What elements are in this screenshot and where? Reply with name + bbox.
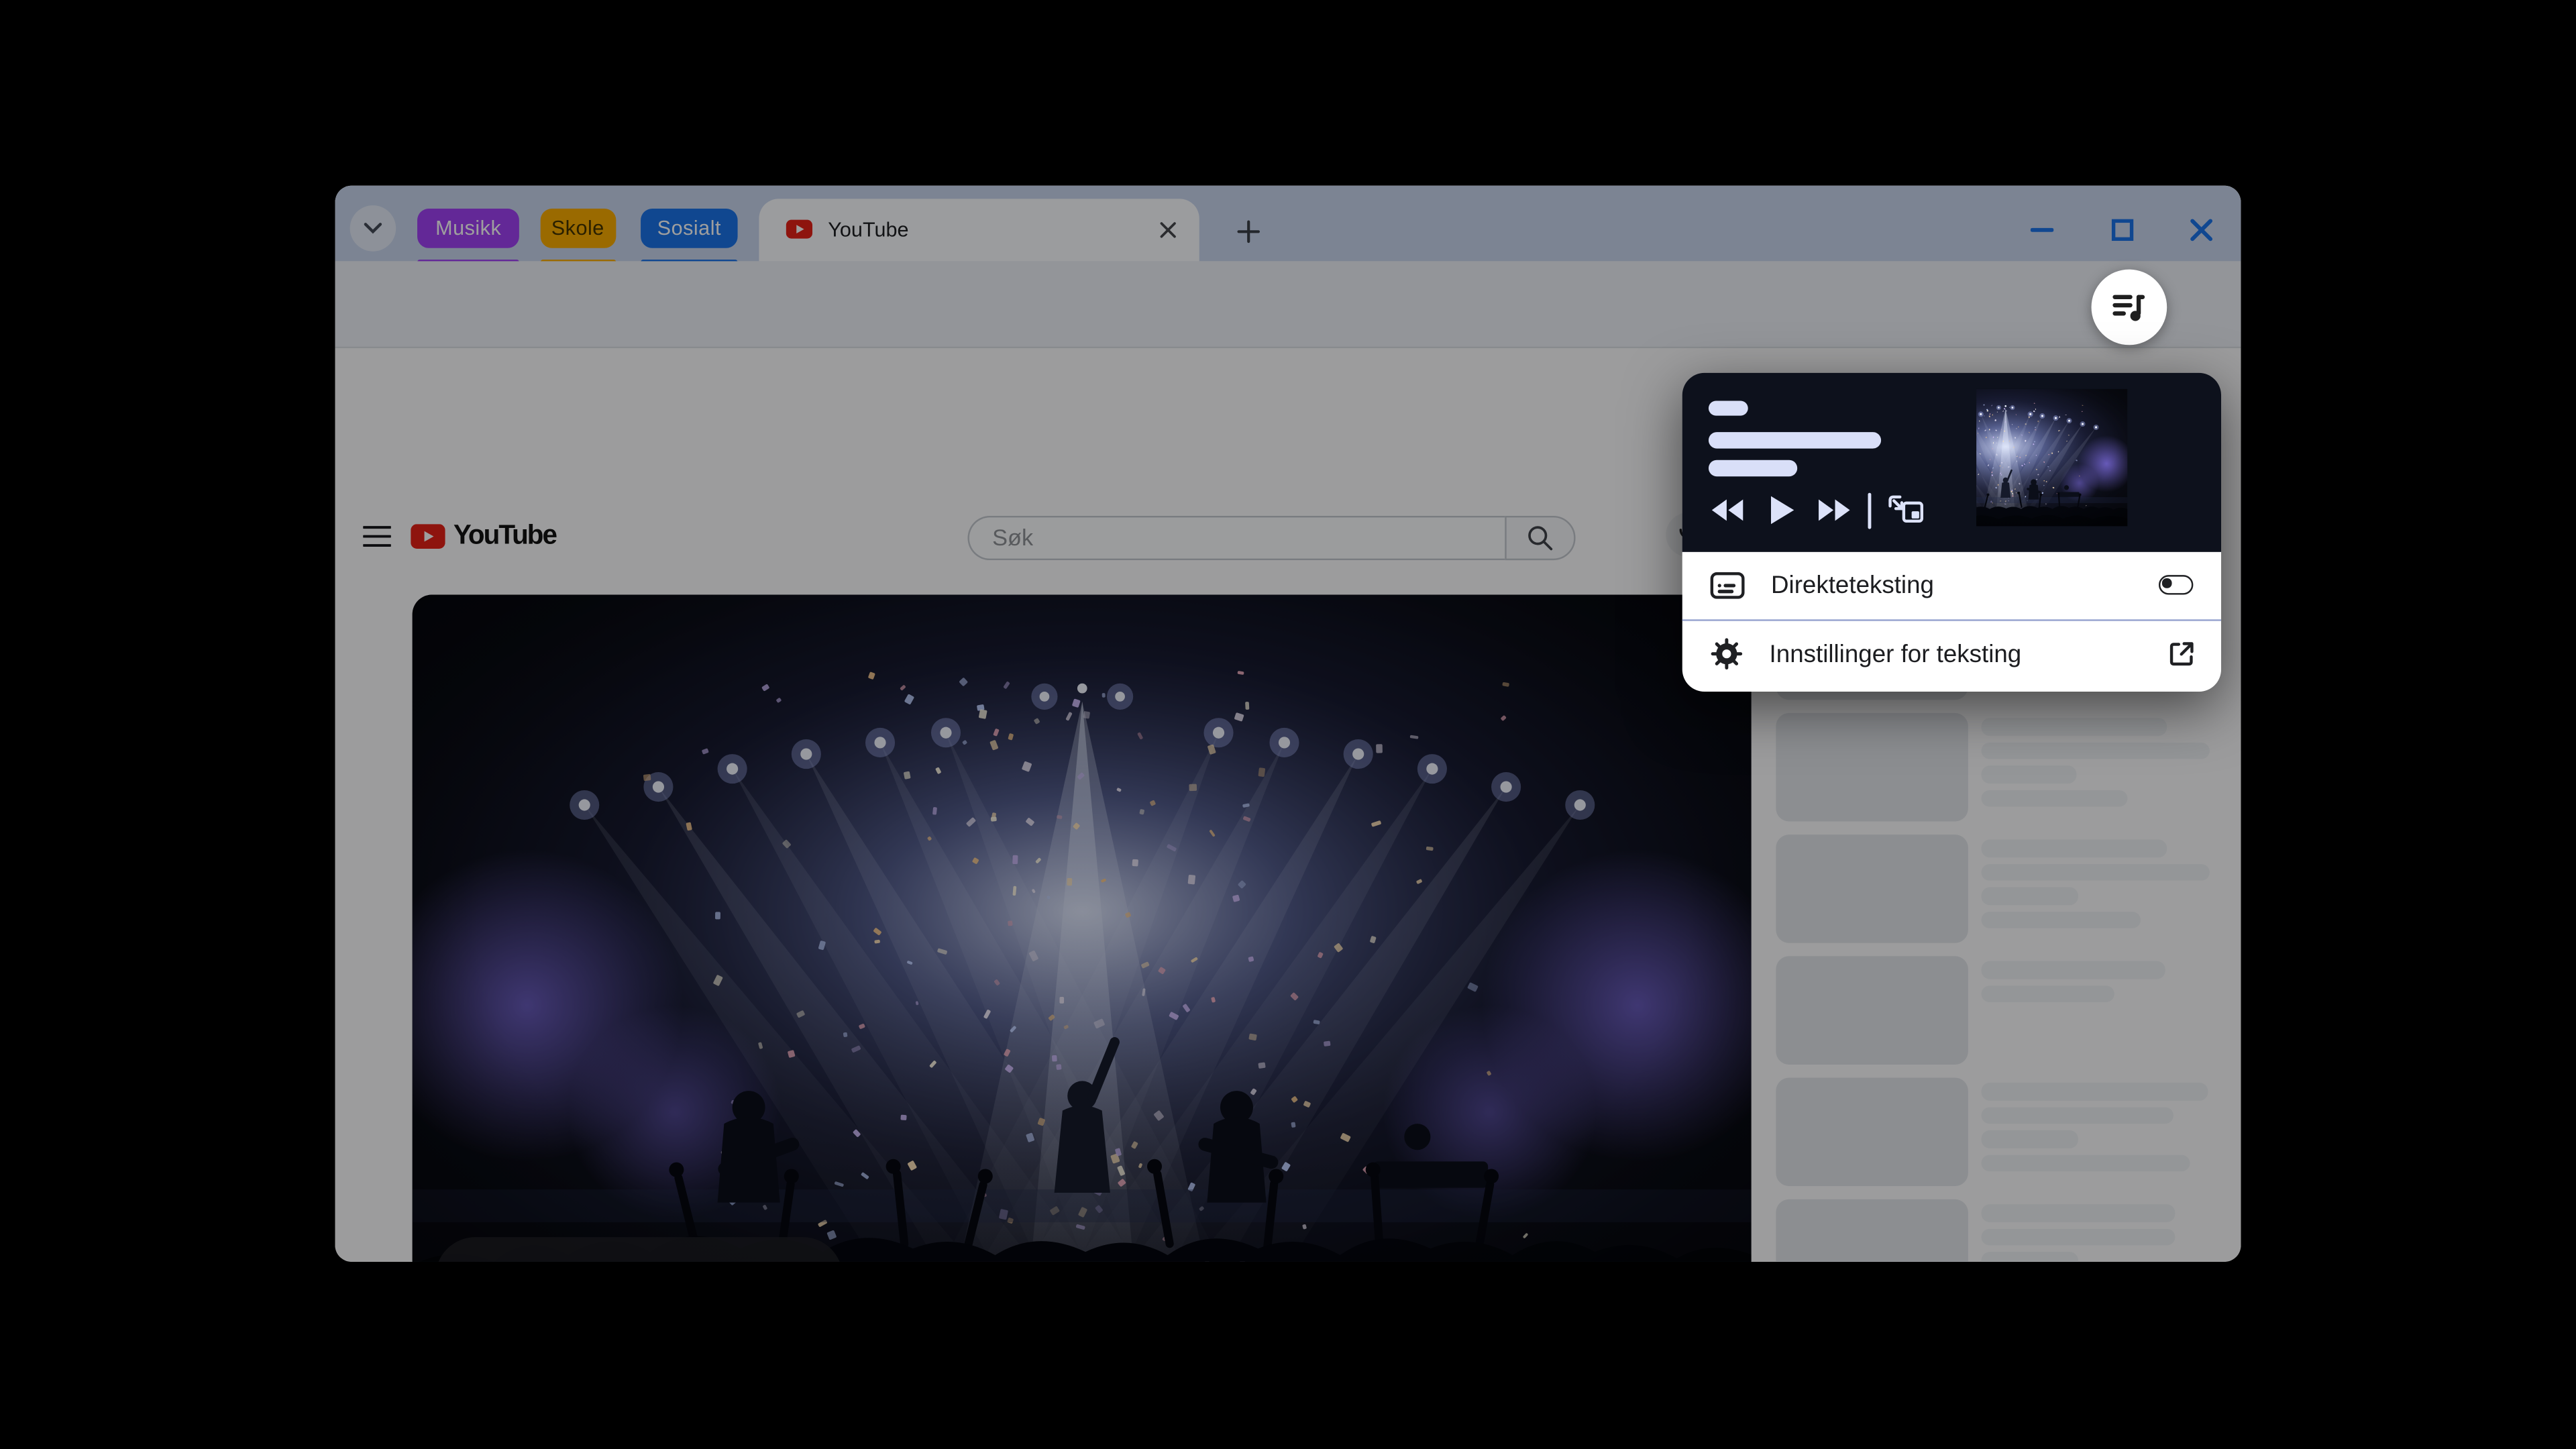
desktop: Musikk Skole Sosialt YouTube YouTube Søk… <box>0 0 2576 1449</box>
fast-forward-icon <box>1819 499 1851 521</box>
live-caption-row[interactable]: Direkteteksting <box>1682 551 2220 619</box>
media-line-skeleton-1 <box>1709 431 1882 448</box>
live-caption-toggle[interactable] <box>2157 575 2193 594</box>
caption-settings-row[interactable]: Innstillinger for teksting <box>1682 621 2220 688</box>
media-controls-popup: Direkteteksting Innstillinger for teksti… <box>1682 372 2221 692</box>
controls-divider <box>1868 492 1872 529</box>
media-line-skeleton-2 <box>1709 460 1799 477</box>
queue-music-icon <box>2112 294 2145 321</box>
open-in-new-icon <box>2169 643 2193 666</box>
rewind-icon <box>1711 499 1743 521</box>
picture-in-picture-button[interactable] <box>1885 489 1928 532</box>
media-player-card <box>1682 372 2221 551</box>
live-caption-label: Direkteteksting <box>1771 571 1934 599</box>
next-track-button[interactable] <box>1813 489 1856 532</box>
caption-settings-label: Innstillinger for teksting <box>1769 640 2022 669</box>
play-button[interactable] <box>1762 489 1805 532</box>
dim-overlay <box>335 185 2241 1262</box>
gear-icon <box>1711 639 1743 670</box>
media-thumbnail <box>1977 372 2220 551</box>
media-title-skeleton <box>1709 400 1749 415</box>
toggle-knob <box>2162 579 2172 588</box>
picture-in-picture-icon <box>1889 495 1924 523</box>
play-icon <box>1771 496 1794 525</box>
media-popup-menu: Direkteteksting Innstillinger for teksti… <box>1682 551 2221 692</box>
open-caption-settings-button[interactable] <box>2166 639 2196 669</box>
live-caption-icon <box>1710 571 1745 598</box>
media-controls-button[interactable] <box>2090 268 2167 345</box>
previous-track-button[interactable] <box>1706 489 1749 532</box>
